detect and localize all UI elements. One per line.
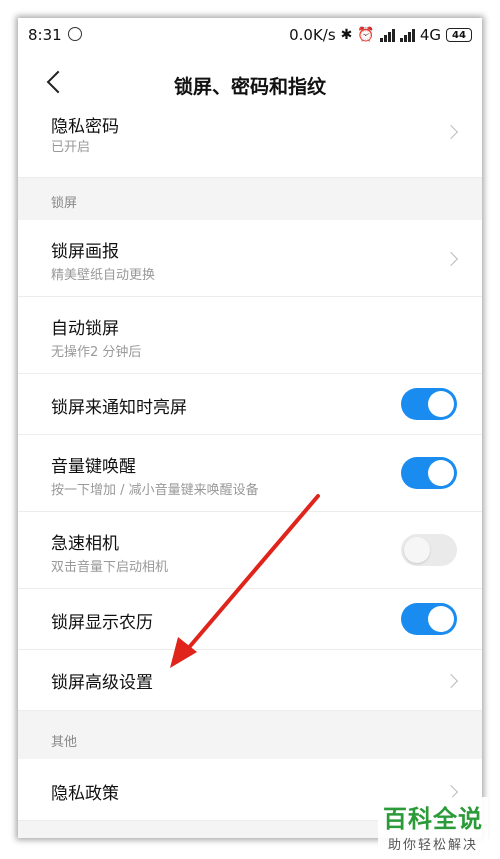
watermark-title: 百科全说 [383,805,483,833]
watermark-subtitle: 助你轻松解决 [387,838,478,853]
phone-screenshot: 8:31 0.0K/s ✱ ⏰ 4G 44 锁屏、密码和指纹 隐私密码 已开启 … [18,18,482,838]
watermark-logo: 百科全说 助你轻松解决 [378,797,488,853]
annotation-arrow [170,494,320,668]
